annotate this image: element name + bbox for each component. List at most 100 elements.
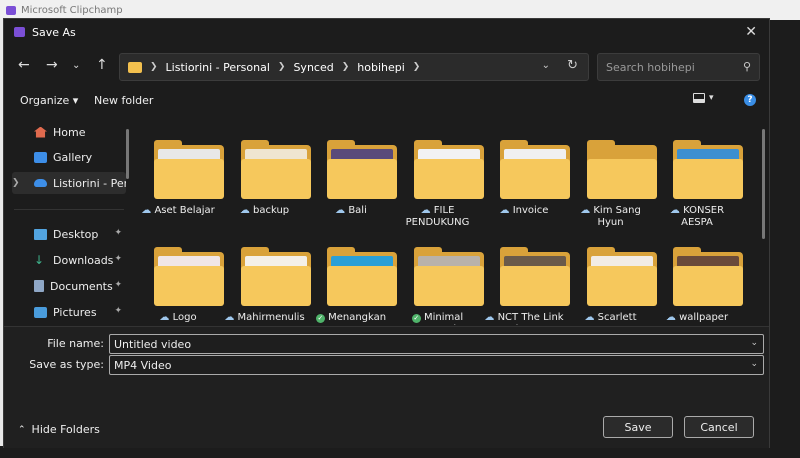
folder-item[interactable]: ☁ Logo	[134, 242, 224, 325]
search-input[interactable]: Search hobihepi ⚲	[597, 53, 760, 81]
chevron-right-icon: ❯	[150, 62, 158, 72]
save-type-select[interactable]: MP4 Video ⌄	[109, 355, 764, 375]
chevron-down-icon[interactable]: ⌄	[542, 60, 550, 71]
pin-icon: ✦	[114, 254, 122, 264]
folder-icon	[327, 266, 397, 306]
folder-icon	[240, 266, 311, 306]
sidebar-item-pictures[interactable]: Pictures ✦	[12, 301, 126, 323]
folder-name: Kim Sang Hyun	[593, 205, 641, 228]
new-folder-button[interactable]: New folder	[94, 94, 153, 107]
folder-label: ☁ wallpaper	[655, 312, 739, 324]
folder-item[interactable]: ☁ Aset Belajar	[134, 135, 224, 241]
cancel-button[interactable]: Cancel	[684, 416, 754, 438]
up-arrow-icon[interactable]: ↑	[96, 57, 108, 73]
folder-icon	[586, 266, 657, 306]
folder-name: Mahirmenulis	[237, 312, 305, 323]
folder-item[interactable]: ☁ KONSER AESPA	[653, 135, 743, 241]
folder-icon	[154, 266, 224, 306]
folder-label: ☁ Bali	[309, 205, 393, 217]
chevron-right-icon: ❯	[277, 62, 286, 72]
hide-folders-button[interactable]: ⌃ Hide Folders	[18, 423, 100, 436]
breadcrumb-item[interactable]: Listiorini - Personal	[166, 61, 270, 74]
address-bar[interactable]: ❯ Listiorini - Personal ❯ Synced ❯ hobih…	[119, 53, 589, 81]
breadcrumb-item[interactable]: Synced	[293, 61, 333, 74]
folder-item[interactable]: ☁ FILE PENDUKUNG	[394, 135, 484, 241]
folder-item[interactable]: ✓ Menangkan Game Steam	[307, 242, 397, 325]
documents-icon	[34, 280, 44, 292]
folder-item[interactable]: ☁ Kim Sang Hyun	[567, 135, 657, 241]
file-name-field[interactable]: Untitled video ⌄	[109, 334, 764, 354]
cloud-icon: ☁	[669, 205, 680, 216]
sidebar-item-documents[interactable]: Documents ✦	[12, 275, 126, 297]
command-bar: Organize ▾ New folder ▾ ?	[4, 89, 769, 113]
sidebar-item-home[interactable]: Home	[12, 121, 126, 143]
folder-name: NCT The Link Jakarta	[497, 312, 564, 325]
sidebar-item-desktop[interactable]: Desktop ✦	[12, 223, 126, 245]
folder-icon	[586, 159, 657, 199]
chevron-right-icon[interactable]: ❯	[12, 178, 20, 188]
sidebar-item-downloads[interactable]: ↓ Downloads ✦	[12, 249, 126, 271]
sidebar-item-onedrive[interactable]: Listiorini - Personal	[12, 172, 126, 194]
folder-icon	[240, 159, 311, 199]
organize-button[interactable]: Organize ▾	[20, 94, 78, 107]
help-icon[interactable]: ?	[744, 94, 756, 106]
cloud-icon: ☁	[420, 205, 431, 216]
recent-chevron-icon[interactable]: ⌄	[72, 60, 80, 71]
view-options-button[interactable]: ▾	[693, 93, 714, 103]
chevron-down-icon: ▾	[709, 93, 714, 103]
sidebar-item-label: Documents	[50, 279, 113, 293]
folder-item[interactable]: ☁ Mahirmenulis	[221, 242, 311, 325]
folder-item[interactable]: ☁ NCT The Link Jakarta	[480, 242, 570, 325]
folder-name: wallpaper	[679, 312, 729, 323]
home-icon	[34, 126, 47, 138]
folder-icon	[673, 266, 743, 306]
forward-arrow-icon[interactable]: →	[46, 57, 58, 73]
folder-icon	[128, 61, 142, 73]
folder-icon	[500, 266, 570, 306]
save-type-value: MP4 Video	[114, 358, 172, 372]
folder-name: Invoice	[512, 205, 549, 216]
file-name-label: File name:	[47, 337, 104, 350]
folder-name: Menangkan Game Steam	[318, 312, 387, 325]
save-button[interactable]: Save	[603, 416, 673, 438]
view-icon	[693, 93, 705, 103]
desktop-icon	[34, 228, 47, 240]
sidebar-scrollbar[interactable]	[126, 129, 129, 179]
breadcrumb-item[interactable]: hobihepi	[357, 61, 405, 74]
folder-label: ☁ NCT The Link Jakarta	[482, 312, 566, 325]
sidebar-item-label: Home	[53, 125, 86, 139]
sidebar-item-label: Listiorini - Personal	[53, 176, 126, 190]
save-as-dialog: Save As ✕ ← → ⌄ ↑ ❯ Listiorini - Persona…	[3, 18, 770, 448]
sidebar-item-gallery[interactable]: Gallery	[12, 146, 126, 168]
folder-item[interactable]: ✓ Minimal Coastal	[394, 242, 484, 325]
folder-item[interactable]: ☁ backup	[221, 135, 311, 241]
folder-icon	[154, 159, 224, 199]
folder-item[interactable]: ☁ Invoice	[480, 135, 570, 241]
clipchamp-logo-icon	[6, 5, 16, 15]
folder-name: Aset Belajar	[154, 205, 215, 216]
folder-item[interactable]: ☁ Bali	[307, 135, 397, 241]
chevron-down-icon[interactable]: ⌄	[750, 338, 758, 348]
save-options-panel: File name: Untitled video ⌄ Save as type…	[4, 326, 769, 448]
folder-icon	[673, 159, 743, 199]
close-icon[interactable]: ✕	[745, 24, 757, 40]
hide-folders-label: Hide Folders	[31, 423, 100, 436]
folder-label: ☁ Kim Sang Hyun	[569, 205, 653, 229]
chevron-up-icon: ⌃	[18, 424, 26, 435]
folder-item[interactable]: ☁ Scarlett	[567, 242, 657, 325]
chevron-right-icon: ❯	[341, 62, 350, 72]
folder-name: KONSER AESPA	[681, 205, 725, 228]
folder-label: ☁ Aset Belajar	[136, 205, 220, 217]
cloud-icon: ☁	[584, 312, 595, 323]
navigation-pane: Home Gallery Listiorini - Personal ❯ Des…	[4, 121, 130, 325]
download-icon: ↓	[34, 252, 45, 267]
cloud-icon: ☁	[141, 205, 152, 216]
back-arrow-icon[interactable]: ←	[18, 57, 30, 73]
refresh-icon[interactable]: ↻	[567, 58, 578, 73]
folder-grid-scrollbar[interactable]	[762, 129, 765, 239]
folder-icon	[413, 159, 484, 199]
chevron-down-icon: ⌄	[750, 359, 758, 369]
folder-label: ☁ FILE PENDUKUNG	[396, 205, 480, 229]
folder-label: ☁ KONSER AESPA	[655, 205, 739, 229]
folder-item[interactable]: ☁ wallpaper	[653, 242, 743, 325]
